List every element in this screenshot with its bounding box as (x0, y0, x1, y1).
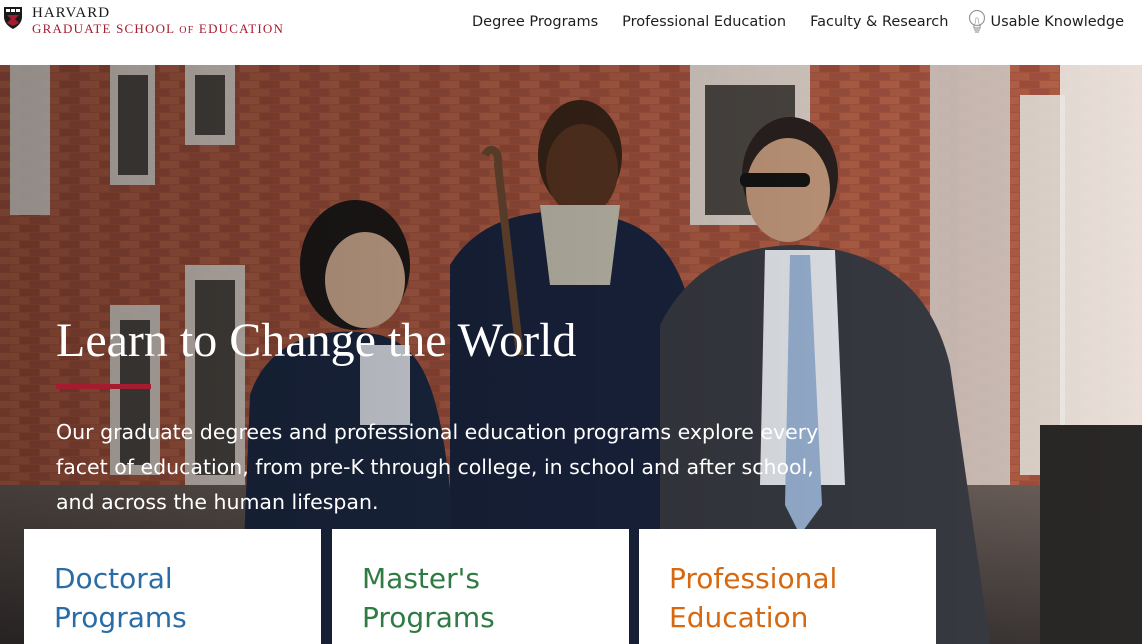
card-title: Doctoral Programs (54, 562, 187, 634)
nav-professional-education[interactable]: Professional Education (622, 14, 786, 30)
card-title: Master's Programs (362, 562, 495, 634)
logo-school-text: GRADUATE SCHOOL OF EDUCATION (32, 21, 285, 36)
hero-title-underline (56, 384, 151, 389)
hero-description: Our graduate degrees and professional ed… (56, 420, 819, 514)
card-professional-education[interactable]: Professional Education (639, 529, 936, 644)
site-header: HARVARD GRADUATE SCHOOL OF EDUCATION Deg… (0, 0, 1142, 65)
nav-degree-programs[interactable]: Degree Programs (472, 14, 598, 30)
main-nav: Degree Programs Professional Education F… (448, 9, 1124, 35)
nav-usable-knowledge[interactable]: Usable Knowledge (968, 9, 1124, 35)
harvard-gse-logo[interactable]: HARVARD GRADUATE SCHOOL OF EDUCATION (3, 6, 284, 36)
hero-title: Learn to Change the World (56, 314, 577, 367)
harvard-shield-icon (4, 7, 22, 29)
nav-usable-knowledge-label: Usable Knowledge (990, 14, 1124, 30)
lightbulb-icon (969, 9, 986, 33)
card-doctoral-programs[interactable]: Doctoral Programs (24, 529, 321, 644)
logo-harvard-text: HARVARD (32, 5, 111, 21)
hero-section: Learn to Change the World Our graduate d… (0, 65, 1142, 644)
nav-faculty-research[interactable]: Faculty & Research (810, 14, 948, 30)
card-masters-programs[interactable]: Master's Programs (332, 529, 629, 644)
card-title: Professional Education (669, 562, 838, 634)
